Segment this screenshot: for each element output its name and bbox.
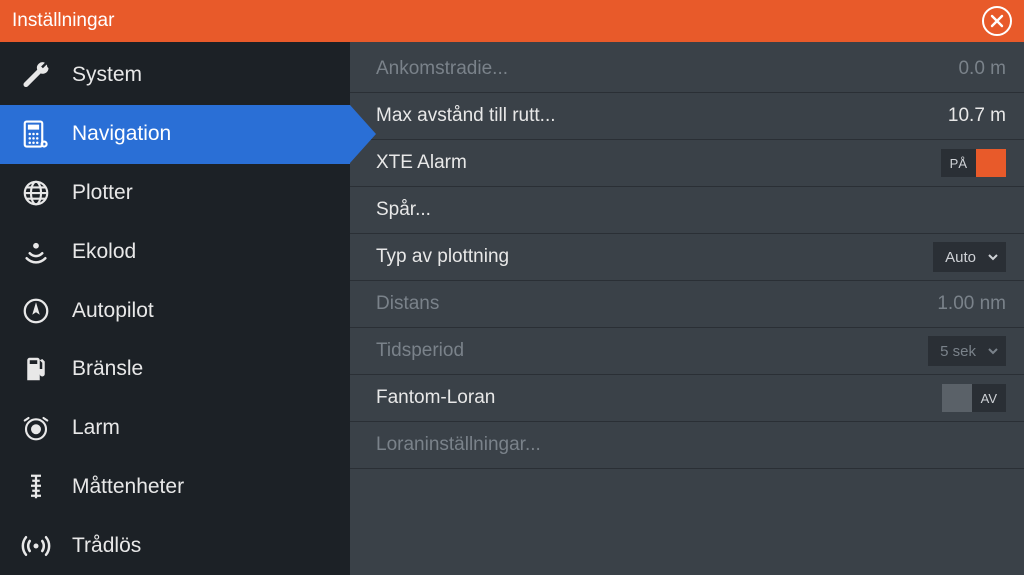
toggle-handle [942,384,972,412]
row-plot-type: Typ av plottning Auto [350,234,1024,281]
sidebar-item-plotter[interactable]: Plotter [0,164,350,223]
row-label: Fantom-Loran [376,387,942,409]
dropdown-time-period: 5 sek [928,336,1006,366]
sidebar-item-label: Plotter [72,181,133,205]
sidebar-item-label: Ekolod [72,240,136,264]
sidebar-item-alarm[interactable]: Larm [0,399,350,458]
sidebar-item-navigation[interactable]: Navigation [0,105,350,164]
titlebar: Inställningar [0,0,1024,42]
sidebar-item-sonar[interactable]: Ekolod [0,222,350,281]
dropdown-plot-type[interactable]: Auto [933,242,1006,272]
row-time-period: Tidsperiod 5 sek [350,328,1024,375]
close-button[interactable] [982,6,1012,36]
row-value: 10.7 m [948,105,1006,127]
page-title: Inställningar [12,10,982,32]
row-arrival-radius[interactable]: Ankomstradie... 0.0 m [350,46,1024,93]
body: System Navigation [0,42,1024,575]
sidebar-item-units[interactable]: Måttenheter [0,457,350,516]
sidebar-item-label: System [72,63,142,87]
row-label: Typ av plottning [376,246,933,268]
sidebar-item-wireless[interactable]: Trådlös [0,516,350,575]
row-distance: Distans 1.00 nm [350,281,1024,328]
row-label: Ankomstradie... [376,58,958,80]
row-label: Loraninställningar... [376,434,1006,456]
content-panel: Ankomstradie... 0.0 m Max avstånd till r… [350,42,1024,575]
row-label: Max avstånd till rutt... [376,105,948,127]
fuel-icon [18,351,54,387]
sidebar-item-label: Autopilot [72,299,154,323]
sidebar-item-label: Bränsle [72,357,143,381]
globe-icon [18,175,54,211]
row-label: Spår... [376,199,1006,221]
dropdown-value: Auto [945,249,976,266]
sidebar: System Navigation [0,42,350,575]
sidebar-item-autopilot[interactable]: Autopilot [0,281,350,340]
row-track[interactable]: Spår... [350,187,1024,234]
row-value: 1.00 nm [937,293,1006,315]
toggle-handle [976,149,1006,177]
wireless-icon [18,528,54,564]
alarm-icon [18,410,54,446]
sidebar-item-fuel[interactable]: Bränsle [0,340,350,399]
toggle-state-label: AV [972,384,1006,412]
toggle-fantom-loran[interactable]: AV [942,384,1006,412]
ruler-icon [18,469,54,505]
toggle-xte-alarm[interactable]: PÅ [941,149,1006,177]
sonar-icon [18,234,54,270]
sidebar-item-label: Måttenheter [72,475,184,499]
sidebar-item-system[interactable]: System [0,46,350,105]
row-fantom-loran: Fantom-Loran AV [350,375,1024,422]
dropdown-value: 5 sek [940,343,976,360]
sidebar-item-label: Trådlös [72,534,141,558]
sidebar-item-label: Navigation [72,122,171,146]
row-label: Tidsperiod [376,340,928,362]
calculator-icon [18,116,54,152]
row-max-distance[interactable]: Max avstånd till rutt... 10.7 m [350,93,1024,140]
chevron-down-icon [986,250,1000,264]
chevron-down-icon [986,344,1000,358]
row-loran-settings: Loraninställningar... [350,422,1024,469]
toggle-state-label: PÅ [941,149,976,177]
row-label: XTE Alarm [376,152,941,174]
row-xte-alarm: XTE Alarm PÅ [350,140,1024,187]
wrench-icon [18,57,54,93]
compass-icon [18,293,54,329]
row-label: Distans [376,293,937,315]
sidebar-item-label: Larm [72,416,120,440]
row-value: 0.0 m [958,58,1006,80]
close-icon [990,14,1004,28]
